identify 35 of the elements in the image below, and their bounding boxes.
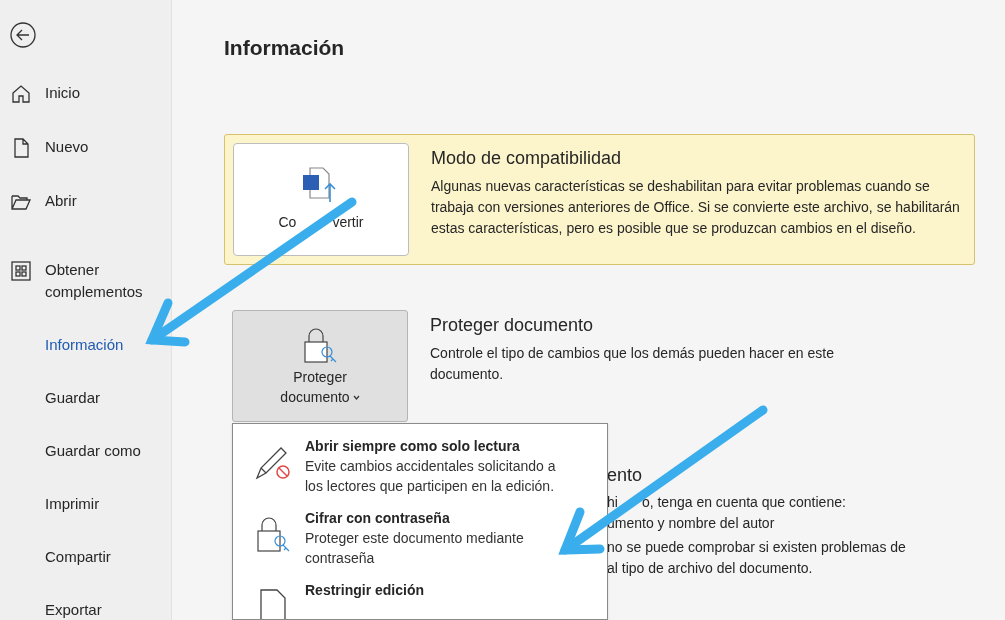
section-description: umento y nombre del autor: [607, 513, 775, 533]
menu-item-title: Restringir edición: [305, 581, 426, 600]
section-description: al tipo de archivo del documento.: [607, 558, 813, 578]
menu-item-title: Abrir siempre como solo lectura: [305, 437, 521, 456]
back-button[interactable]: [10, 22, 36, 48]
section-description: no se puede comprobar si existen problemas de: [607, 537, 906, 557]
section-title: Modo de compatibilidad: [431, 146, 623, 170]
sidebar-item[interactable]: Obtener complementos: [45, 259, 171, 303]
section-title: ento: [607, 463, 644, 487]
sidebar-item[interactable]: Guardar: [45, 387, 101, 409]
menu-item[interactable]: Restringir edición: [233, 580, 607, 619]
sidebar-item[interactable]: Inicio: [45, 82, 81, 104]
caret-icon: [352, 395, 360, 401]
page-title: Información: [224, 35, 346, 61]
menu-item-title: Cifrar con contraseña: [305, 509, 451, 528]
section-description: hi: [607, 492, 618, 512]
sidebar-item[interactable]: Guardar como: [45, 440, 141, 462]
convert-button[interactable]: Co vertir: [233, 142, 409, 256]
protect-document-button[interactable]: Proteger documento: [232, 309, 408, 422]
home-icon: [10, 83, 32, 105]
sidebar-item[interactable]: Compartir: [45, 546, 111, 568]
sidebar-item[interactable]: Imprimir: [45, 493, 100, 515]
section-description: Controle el tipo de cambios que los demás pueden hacer en este documento.: [430, 343, 835, 384]
sidebar-item[interactable]: Nuevo: [45, 136, 89, 158]
sidebar-item[interactable]: Información: [45, 334, 124, 356]
menu-item[interactable]: Cifrar con contraseña Proteger este documento mediante contraseña: [233, 508, 607, 568]
section-description: Algunas nuevas características se deshabilitan para evitar problemas cuando se trabaja con versiones anteriores de Office. Si se convierte este archivo, se habilitarán estas características, pero es posible que se produzcan cambios en el diseño.: [431, 176, 961, 238]
section-title: Proteger documento: [430, 313, 595, 337]
menu-item-description: Proteger este documento mediante contraseña: [305, 529, 525, 568]
sidebar-item[interactable]: Exportar: [45, 599, 102, 620]
add-ins-grid-icon: [10, 260, 32, 282]
section-description: o, tenga en cuenta que contiene:: [641, 492, 846, 512]
menu-item[interactable]: Abrir siempre como solo lectura Evite cambios accidentales solicitando a los lectores que participen en la edición.: [233, 436, 607, 496]
menu-item-description: Evite cambios accidentales solicitando a los lectores que participen en la edición.: [305, 457, 557, 496]
sidebar-item[interactable]: Abrir: [45, 190, 77, 212]
